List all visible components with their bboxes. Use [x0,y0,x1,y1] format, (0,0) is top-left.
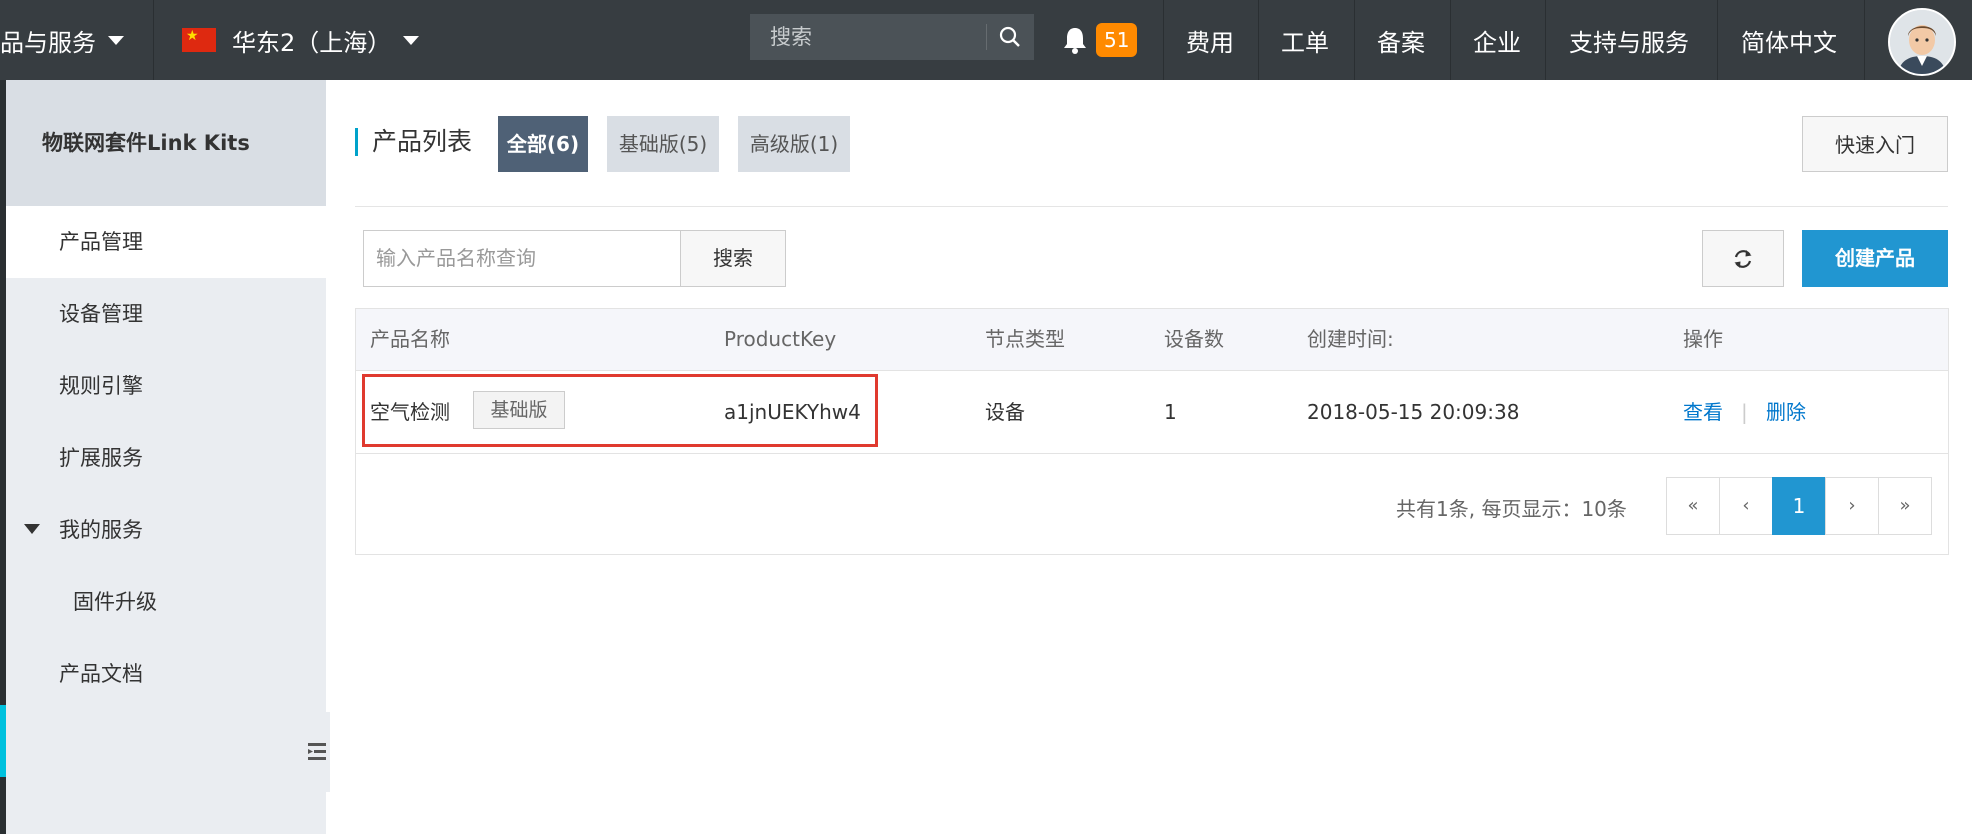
sidebar: 物联网套件Link Kits 产品管理 设备管理 规则引擎 扩展服务 我的服务 … [6,80,326,834]
node-type: 设备 [985,400,1025,424]
china-flag-icon [182,28,216,52]
nav-support-label: 支持与服务 [1569,28,1689,57]
tab-label: 基础版(5) [618,132,708,156]
page-next-button[interactable]: › [1825,477,1879,535]
sidebar-item-label: 产品管理 [59,230,143,254]
sidebar-title: 物联网套件Link Kits [6,80,326,206]
action-separator: | [1741,400,1748,424]
sidebar-item-label: 我的服务 [59,518,143,542]
page-prev-button[interactable]: ‹ [1719,477,1773,535]
page-last-button[interactable]: » [1878,477,1932,535]
nav-filing[interactable]: 备案 [1377,0,1425,80]
nav-fees-label: 费用 [1186,28,1234,57]
sidebar-item-firmware[interactable]: 固件升级 [6,566,326,638]
sidebar-item-extensions[interactable]: 扩展服务 [6,422,326,494]
sidebar-item-label: 设备管理 [59,302,143,326]
create-product-button[interactable]: 创建产品 [1802,230,1948,287]
refresh-button[interactable] [1702,230,1784,287]
page-title: 产品列表 [372,127,473,156]
sidebar-item-label: 扩展服务 [59,446,143,470]
divider [1545,0,1546,80]
title-accent [355,128,358,156]
tab-label: 高级版(1) [749,132,839,156]
quick-start-button[interactable]: 快速入门 [1802,116,1948,172]
table-header: 产品名称 ProductKey 节点类型 设备数 创建时间: 操作 [356,309,1948,371]
nav-language-label: 简体中文 [1741,28,1837,57]
created-time: 2018-05-15 20:09:38 [1307,400,1520,424]
user-avatar-icon [1890,10,1954,74]
highlight-box [362,374,878,447]
notifications[interactable]: 51 [1062,0,1138,80]
nav-tickets-label: 工单 [1281,28,1329,57]
column-header-productkey: ProductKey [724,327,837,351]
search-divider [986,24,987,50]
tab-all[interactable]: 全部(6) [498,116,588,172]
nav-enterprise-label: 企业 [1473,28,1521,57]
divider [1450,0,1451,80]
sidebar-item-products[interactable]: 产品管理 [6,206,326,278]
sidebar-item-label: 规则引擎 [59,374,143,398]
column-header-node-type: 节点类型 [985,327,1065,351]
device-count: 1 [1164,400,1177,424]
sidebar-item-devices[interactable]: 设备管理 [6,278,326,350]
sidebar-item-docs[interactable]: 产品文档 [6,638,326,710]
chevron-down-icon [403,35,420,45]
column-header-created: 创建时间: [1307,327,1394,351]
column-header-actions: 操作 [1683,327,1723,351]
sidebar-item-label: 固件升级 [73,590,157,614]
tab-label: 全部(6) [506,132,580,156]
column-header-name: 产品名称 [370,327,450,351]
product-search-input[interactable]: 输入产品名称查询 [363,230,681,287]
collapse-menu-icon [308,743,326,760]
search-icon[interactable] [998,25,1022,49]
divider [1354,0,1355,80]
tab-advanced[interactable]: 高级版(1) [738,116,850,172]
sidebar-item-label: 产品文档 [59,662,143,686]
bell-icon [1064,28,1086,54]
product-table: 产品名称 ProductKey 节点类型 设备数 创建时间: 操作 空气检测 基… [355,308,1949,555]
nav-enterprise[interactable]: 企业 [1473,0,1521,80]
divider [1258,0,1259,80]
nav-support[interactable]: 支持与服务 [1569,0,1689,80]
view-link[interactable]: 查看 [1683,371,1723,453]
divider [153,0,154,80]
main-content: 产品列表 全部(6) 基础版(5) 高级版(1) 快速入门 输入产品名称查询 搜… [326,80,1972,834]
products-menu-label: 品与服务 [0,28,96,57]
pagination-info: 共有1条, 每页显示：10条 [1396,497,1627,521]
divider [355,206,1948,207]
top-bar: 品与服务 华东2（上海） 搜索 51 费用 工单 备案 企业 支持与服务 简体中… [0,0,1972,80]
nav-language[interactable]: 简体中文 [1741,0,1837,80]
top-search-placeholder: 搜索 [770,25,812,49]
region-label: 华东2（上海） [232,28,392,57]
delete-link[interactable]: 删除 [1766,371,1806,453]
divider [1163,0,1164,80]
divider [1717,0,1718,80]
page-current-button[interactable]: 1 [1772,477,1826,535]
caret-down-icon [24,524,40,534]
chevron-down-icon [108,35,124,45]
nav-filing-label: 备案 [1377,28,1425,57]
divider [1864,0,1865,80]
avatar[interactable] [1888,8,1956,76]
products-menu[interactable]: 品与服务 [0,0,124,80]
column-header-device-count: 设备数 [1164,327,1224,351]
sidebar-item-rules[interactable]: 规则引擎 [6,350,326,422]
page-first-button[interactable]: « [1666,477,1720,535]
notification-badge: 51 [1096,23,1138,57]
nav-tickets[interactable]: 工单 [1281,0,1329,80]
region-selector[interactable]: 华东2（上海） [182,0,420,80]
top-search[interactable]: 搜索 [750,14,1034,60]
tab-basic[interactable]: 基础版(5) [607,116,719,172]
product-search-placeholder: 输入产品名称查询 [376,246,536,270]
search-button[interactable]: 搜索 [681,230,786,287]
refresh-icon [1734,250,1752,268]
sidebar-item-my-services[interactable]: 我的服务 [6,494,326,566]
nav-fees[interactable]: 费用 [1186,0,1234,80]
